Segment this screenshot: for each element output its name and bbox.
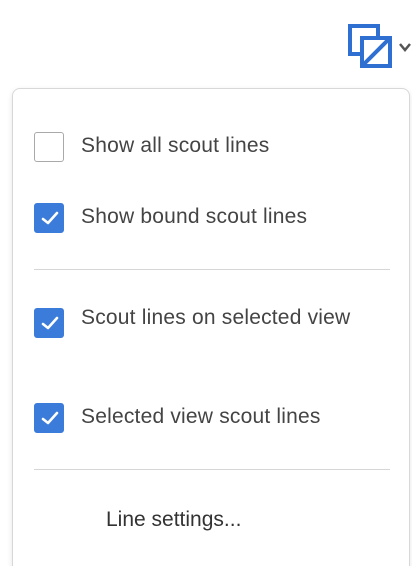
show-all-scout-lines-checkbox[interactable]: [34, 132, 64, 162]
menu-item-label: Show bound scout lines: [81, 205, 308, 228]
scout-lines-on-selected-view-checkbox[interactable]: [34, 308, 64, 338]
menu-item-show-all-scout-lines[interactable]: Show all scout lines: [13, 129, 411, 165]
show-bound-scout-lines-checkbox[interactable]: [34, 203, 64, 233]
menu-item-selected-view-scout-lines[interactable]: Selected view scout lines: [13, 400, 411, 436]
scout-lines-menu: Show all scout lines Show bound scout li…: [12, 88, 410, 566]
line-settings-menu-item[interactable]: Line settings...: [106, 503, 241, 537]
menu-item-label: Selected view scout lines: [81, 405, 321, 428]
scout-lines-toolbar-button[interactable]: [342, 14, 412, 78]
menu-item-label: Scout lines on selected view: [81, 306, 351, 329]
checkmark-icon: [41, 411, 59, 425]
menu-divider: [34, 269, 390, 270]
selected-view-scout-lines-checkbox[interactable]: [34, 403, 64, 433]
menu-divider: [34, 469, 390, 470]
checkmark-icon: [41, 211, 59, 225]
chevron-down-icon: [399, 43, 411, 52]
scout-lines-popup-screen: Show all scout lines Show bound scout li…: [0, 0, 412, 566]
menu-item-show-bound-scout-lines[interactable]: Show bound scout lines: [13, 200, 411, 236]
menu-item-scout-lines-on-selected-view[interactable]: Scout lines on selected view: [13, 301, 411, 371]
checkmark-icon: [41, 316, 59, 330]
scout-lines-icon: [348, 24, 411, 68]
menu-item-label: Show all scout lines: [81, 134, 270, 157]
